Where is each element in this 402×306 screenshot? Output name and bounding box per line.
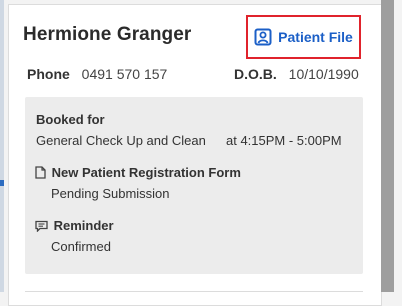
booked-for-label: Booked for: [36, 112, 105, 127]
reminder-status: Confirmed: [51, 239, 111, 254]
appointment-details-panel: Booked for General Check Up and Clean at…: [25, 97, 363, 274]
service-name: General Check Up and Clean: [36, 133, 206, 148]
reminder-title: Reminder: [53, 218, 114, 233]
dob-label: D.O.B.: [234, 66, 277, 82]
dob-row: D.O.B. 10/10/1990: [234, 66, 359, 82]
dob-value: 10/10/1990: [288, 66, 359, 82]
phone-label: Phone: [27, 66, 70, 82]
left-edge-strip: [0, 0, 4, 292]
appointment-card: Hermione Granger Patient File Phone 0491…: [8, 4, 382, 306]
form-title: New Patient Registration Form: [51, 165, 241, 180]
patient-file-icon: [254, 28, 272, 46]
patient-file-button[interactable]: Patient File: [246, 15, 361, 59]
form-status: Pending Submission: [51, 186, 170, 201]
form-title-row[interactable]: New Patient Registration Form: [35, 165, 241, 182]
document-icon: [35, 166, 46, 182]
patient-name: Hermione Granger: [23, 24, 192, 45]
phone-row: Phone 0491 570 157: [27, 66, 167, 82]
scrollbar[interactable]: [381, 0, 394, 292]
message-icon: [35, 220, 48, 235]
appointment-time: at 4:15PM - 5:00PM: [226, 133, 342, 148]
reminder-title-row: Reminder: [35, 218, 114, 235]
phone-value: 0491 570 157: [81, 66, 168, 82]
patient-file-label: Patient File: [278, 29, 353, 45]
